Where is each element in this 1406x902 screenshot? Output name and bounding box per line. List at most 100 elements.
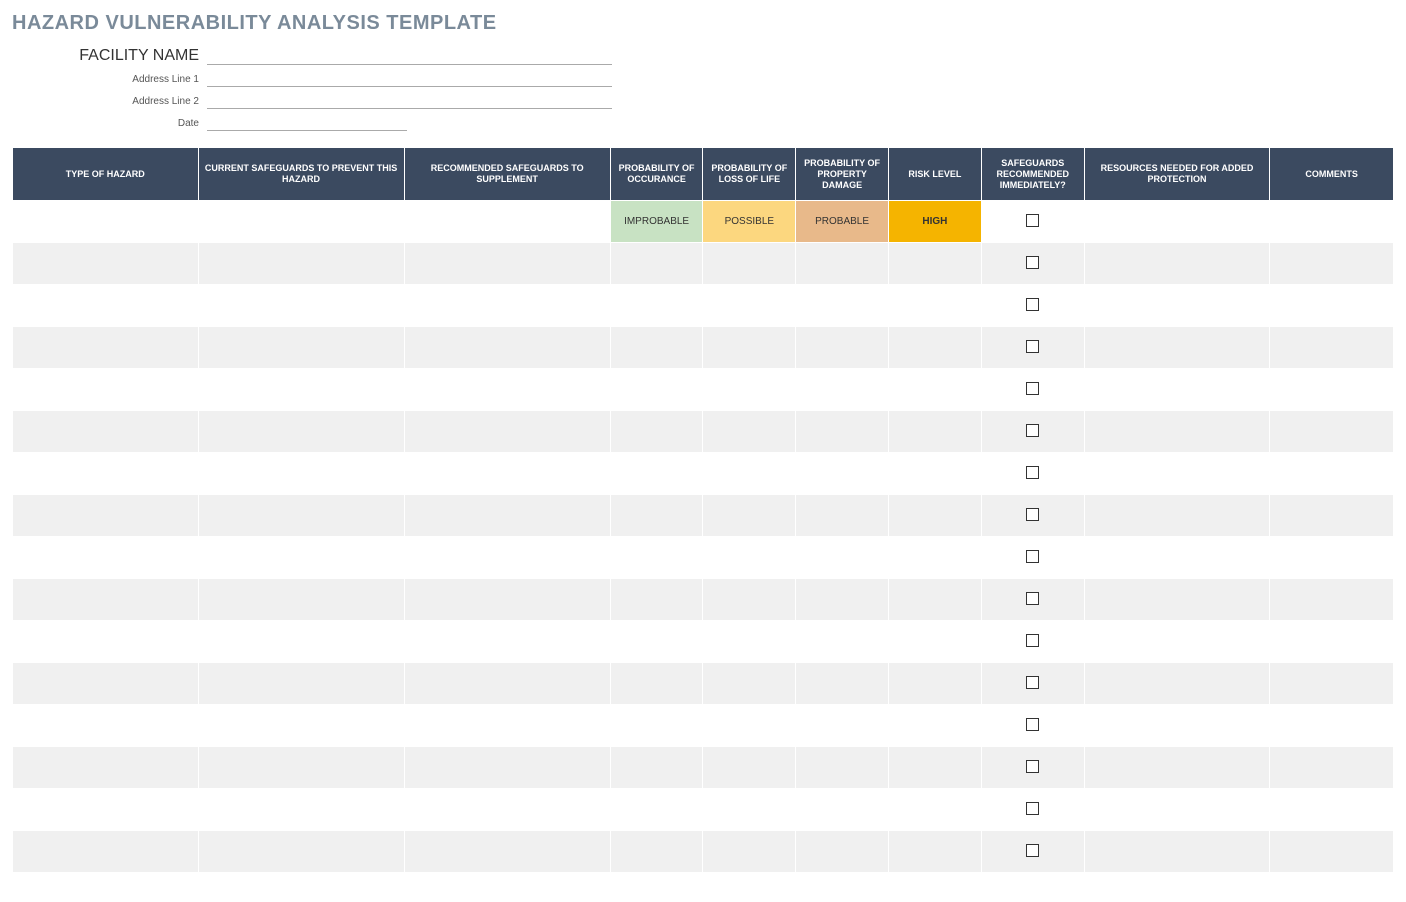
- cell-type-of-hazard[interactable]: [13, 243, 199, 285]
- cell-type-of-hazard[interactable]: [13, 789, 199, 831]
- cell-prob-occurrence[interactable]: IMPROBABLE: [610, 201, 703, 243]
- cell-prob-loss-life[interactable]: [703, 579, 796, 621]
- cell-prob-occurrence[interactable]: [610, 285, 703, 327]
- cell-risk-level[interactable]: [888, 579, 981, 621]
- cell-current-safeguards[interactable]: [198, 747, 404, 789]
- cell-prob-occurrence[interactable]: [610, 747, 703, 789]
- cell-prob-property-damage[interactable]: [796, 369, 889, 411]
- cell-type-of-hazard[interactable]: [13, 411, 199, 453]
- cell-recommended-safeguards[interactable]: [404, 369, 610, 411]
- cell-resources-needed[interactable]: [1084, 369, 1270, 411]
- cell-prob-occurrence[interactable]: [610, 705, 703, 747]
- cell-prob-loss-life[interactable]: [703, 789, 796, 831]
- immediate-checkbox[interactable]: [1026, 382, 1039, 395]
- cell-prob-occurrence[interactable]: [610, 495, 703, 537]
- cell-comments[interactable]: [1270, 621, 1394, 663]
- cell-prob-loss-life[interactable]: [703, 327, 796, 369]
- cell-resources-needed[interactable]: [1084, 789, 1270, 831]
- cell-prob-property-damage[interactable]: [796, 621, 889, 663]
- cell-recommended-safeguards[interactable]: [404, 201, 610, 243]
- cell-recommended-safeguards[interactable]: [404, 327, 610, 369]
- facility-name-input[interactable]: [207, 47, 612, 65]
- cell-comments[interactable]: [1270, 831, 1394, 873]
- cell-prob-property-damage[interactable]: PROBABLE: [796, 201, 889, 243]
- cell-recommended-safeguards[interactable]: [404, 747, 610, 789]
- cell-current-safeguards[interactable]: [198, 537, 404, 579]
- cell-type-of-hazard[interactable]: [13, 327, 199, 369]
- immediate-checkbox[interactable]: [1026, 466, 1039, 479]
- cell-comments[interactable]: [1270, 201, 1394, 243]
- cell-comments[interactable]: [1270, 495, 1394, 537]
- cell-type-of-hazard[interactable]: [13, 705, 199, 747]
- cell-prob-loss-life[interactable]: [703, 831, 796, 873]
- cell-resources-needed[interactable]: [1084, 663, 1270, 705]
- address1-input[interactable]: [207, 69, 612, 87]
- cell-risk-level[interactable]: [888, 411, 981, 453]
- cell-current-safeguards[interactable]: [198, 243, 404, 285]
- cell-comments[interactable]: [1270, 243, 1394, 285]
- cell-recommended-safeguards[interactable]: [404, 705, 610, 747]
- cell-prob-property-damage[interactable]: [796, 453, 889, 495]
- cell-resources-needed[interactable]: [1084, 453, 1270, 495]
- immediate-checkbox[interactable]: [1026, 844, 1039, 857]
- cell-resources-needed[interactable]: [1084, 411, 1270, 453]
- cell-recommended-safeguards[interactable]: [404, 789, 610, 831]
- cell-comments[interactable]: [1270, 789, 1394, 831]
- immediate-checkbox[interactable]: [1026, 214, 1039, 227]
- immediate-checkbox[interactable]: [1026, 424, 1039, 437]
- immediate-checkbox[interactable]: [1026, 256, 1039, 269]
- immediate-checkbox[interactable]: [1026, 298, 1039, 311]
- cell-prob-loss-life[interactable]: POSSIBLE: [703, 201, 796, 243]
- cell-current-safeguards[interactable]: [198, 705, 404, 747]
- cell-type-of-hazard[interactable]: [13, 201, 199, 243]
- cell-comments[interactable]: [1270, 747, 1394, 789]
- cell-prob-occurrence[interactable]: [610, 789, 703, 831]
- cell-resources-needed[interactable]: [1084, 579, 1270, 621]
- cell-prob-occurrence[interactable]: [610, 621, 703, 663]
- date-input[interactable]: [207, 113, 407, 131]
- cell-risk-level[interactable]: [888, 747, 981, 789]
- cell-type-of-hazard[interactable]: [13, 831, 199, 873]
- cell-recommended-safeguards[interactable]: [404, 453, 610, 495]
- cell-recommended-safeguards[interactable]: [404, 579, 610, 621]
- cell-prob-property-damage[interactable]: [796, 831, 889, 873]
- cell-prob-occurrence[interactable]: [610, 663, 703, 705]
- cell-prob-property-damage[interactable]: [796, 747, 889, 789]
- cell-resources-needed[interactable]: [1084, 747, 1270, 789]
- cell-prob-occurrence[interactable]: [610, 243, 703, 285]
- immediate-checkbox[interactable]: [1026, 802, 1039, 815]
- cell-current-safeguards[interactable]: [198, 663, 404, 705]
- cell-current-safeguards[interactable]: [198, 831, 404, 873]
- cell-recommended-safeguards[interactable]: [404, 663, 610, 705]
- cell-prob-occurrence[interactable]: [610, 411, 703, 453]
- cell-comments[interactable]: [1270, 369, 1394, 411]
- cell-type-of-hazard[interactable]: [13, 453, 199, 495]
- cell-risk-level[interactable]: [888, 621, 981, 663]
- cell-prob-property-damage[interactable]: [796, 789, 889, 831]
- cell-prob-loss-life[interactable]: [703, 453, 796, 495]
- cell-prob-property-damage[interactable]: [796, 327, 889, 369]
- immediate-checkbox[interactable]: [1026, 718, 1039, 731]
- cell-type-of-hazard[interactable]: [13, 747, 199, 789]
- cell-resources-needed[interactable]: [1084, 537, 1270, 579]
- immediate-checkbox[interactable]: [1026, 634, 1039, 647]
- cell-prob-loss-life[interactable]: [703, 285, 796, 327]
- cell-resources-needed[interactable]: [1084, 285, 1270, 327]
- cell-prob-loss-life[interactable]: [703, 411, 796, 453]
- cell-recommended-safeguards[interactable]: [404, 495, 610, 537]
- cell-current-safeguards[interactable]: [198, 285, 404, 327]
- cell-risk-level[interactable]: [888, 327, 981, 369]
- cell-prob-property-damage[interactable]: [796, 663, 889, 705]
- cell-prob-property-damage[interactable]: [796, 579, 889, 621]
- cell-risk-level[interactable]: [888, 369, 981, 411]
- address2-input[interactable]: [207, 91, 612, 109]
- cell-prob-property-damage[interactable]: [796, 705, 889, 747]
- cell-prob-occurrence[interactable]: [610, 327, 703, 369]
- cell-prob-property-damage[interactable]: [796, 495, 889, 537]
- cell-risk-level[interactable]: [888, 789, 981, 831]
- cell-recommended-safeguards[interactable]: [404, 243, 610, 285]
- cell-resources-needed[interactable]: [1084, 621, 1270, 663]
- cell-prob-loss-life[interactable]: [703, 537, 796, 579]
- cell-recommended-safeguards[interactable]: [404, 831, 610, 873]
- cell-risk-level[interactable]: [888, 285, 981, 327]
